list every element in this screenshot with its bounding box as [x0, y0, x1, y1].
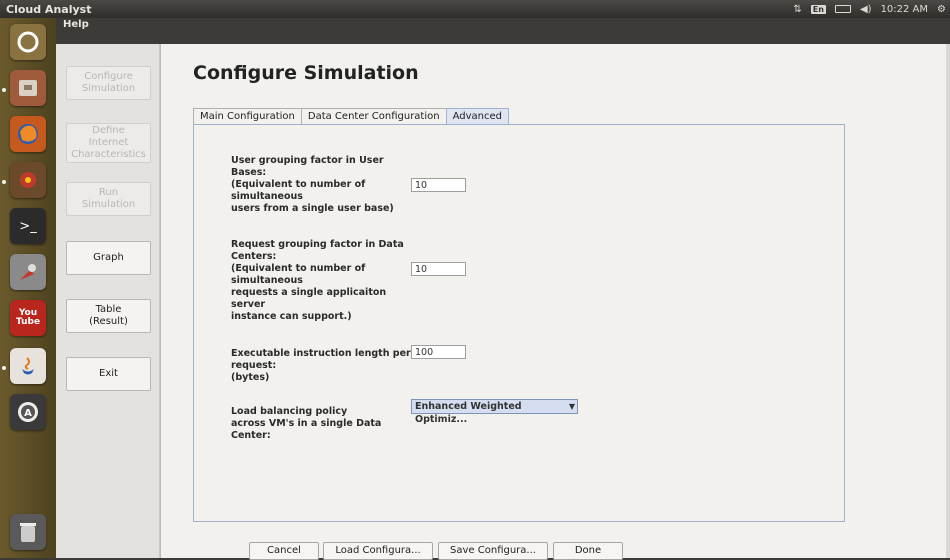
menu-help[interactable]: Help — [63, 19, 89, 30]
running-indicator — [2, 366, 6, 370]
save-configuration-button[interactable]: Save Configura... — [438, 542, 548, 560]
dash-icon[interactable] — [10, 24, 46, 60]
exit-button[interactable]: Exit — [66, 357, 151, 391]
system-top-bar: Cloud Analyst ⇅ En ◀) 10:22 AM ⚙ — [0, 0, 950, 18]
request-grouping-input[interactable] — [411, 262, 466, 276]
system-tray: ⇅ En ◀) 10:22 AM ⚙ — [793, 0, 946, 18]
advanced-panel: User grouping factor in User Bases: (Equ… — [193, 124, 845, 522]
nav-panel: Configure Simulation Define Internet Cha… — [56, 44, 160, 558]
software-center-icon[interactable]: A — [10, 394, 46, 430]
youtube-icon[interactable]: You Tube — [10, 300, 46, 336]
tab-data-center-configuration[interactable]: Data Center Configuration — [300, 108, 447, 125]
define-internet-characteristics-button[interactable]: Define Internet Characteristics — [66, 123, 151, 163]
svg-text:A: A — [24, 408, 32, 419]
tab-advanced[interactable]: Advanced — [445, 108, 509, 125]
files-icon[interactable] — [10, 70, 46, 106]
chevron-down-icon[interactable]: ▼ — [569, 400, 575, 413]
load-balancing-value: Enhanced Weighted Optimiz... — [415, 401, 522, 425]
config-tabs: Main Configuration Data Center Configura… — [193, 108, 509, 125]
load-balancing-label: Load balancing policy across VM's in a s… — [231, 406, 382, 441]
settings-gear-app-icon[interactable] — [10, 162, 46, 198]
instruction-length-input[interactable] — [411, 345, 466, 359]
configure-simulation-content: Configure Simulation Main Configuration … — [160, 44, 946, 560]
graph-button[interactable]: Graph — [66, 241, 151, 275]
clock[interactable]: 10:22 AM — [881, 4, 928, 15]
app-window: Configure Simulation Define Internet Cha… — [56, 44, 950, 560]
system-tools-icon[interactable] — [10, 254, 46, 290]
tab-main-configuration[interactable]: Main Configuration — [193, 108, 302, 125]
firefox-icon[interactable] — [10, 116, 46, 152]
network-icon[interactable]: ⇅ — [793, 4, 801, 15]
trash-icon[interactable] — [10, 514, 46, 550]
scrollbar[interactable] — [946, 44, 950, 558]
volume-icon[interactable]: ◀) — [860, 4, 872, 15]
battery-icon[interactable] — [834, 5, 851, 13]
done-button[interactable]: Done — [553, 542, 623, 560]
running-indicator — [2, 180, 6, 184]
java-icon[interactable] — [10, 348, 46, 384]
instruction-length-label: Executable instruction length per reques… — [231, 348, 411, 383]
window-title: Cloud Analyst — [6, 2, 92, 16]
page-title: Configure Simulation — [193, 62, 419, 84]
cancel-button[interactable]: Cancel — [249, 542, 319, 560]
load-configuration-button[interactable]: Load Configura... — [323, 542, 433, 560]
request-grouping-label: Request grouping factor in Data Centers:… — [231, 239, 404, 322]
table-result-button[interactable]: Table (Result) — [66, 299, 151, 333]
terminal-icon[interactable]: >_ — [10, 208, 46, 244]
load-balancing-select[interactable]: Enhanced Weighted Optimiz... ▼ — [411, 399, 578, 425]
running-indicator — [2, 88, 6, 92]
app-menubar: Help — [56, 18, 950, 44]
launcher: >_ You Tube A — [0, 18, 56, 558]
run-simulation-button[interactable]: Run Simulation — [66, 182, 151, 216]
keyboard-indicator[interactable]: En — [810, 4, 826, 14]
user-grouping-label: User grouping factor in User Bases: (Equ… — [231, 155, 394, 214]
gear-icon[interactable]: ⚙ — [937, 4, 946, 15]
user-grouping-input[interactable] — [411, 178, 466, 192]
configure-simulation-button[interactable]: Configure Simulation — [66, 66, 151, 100]
